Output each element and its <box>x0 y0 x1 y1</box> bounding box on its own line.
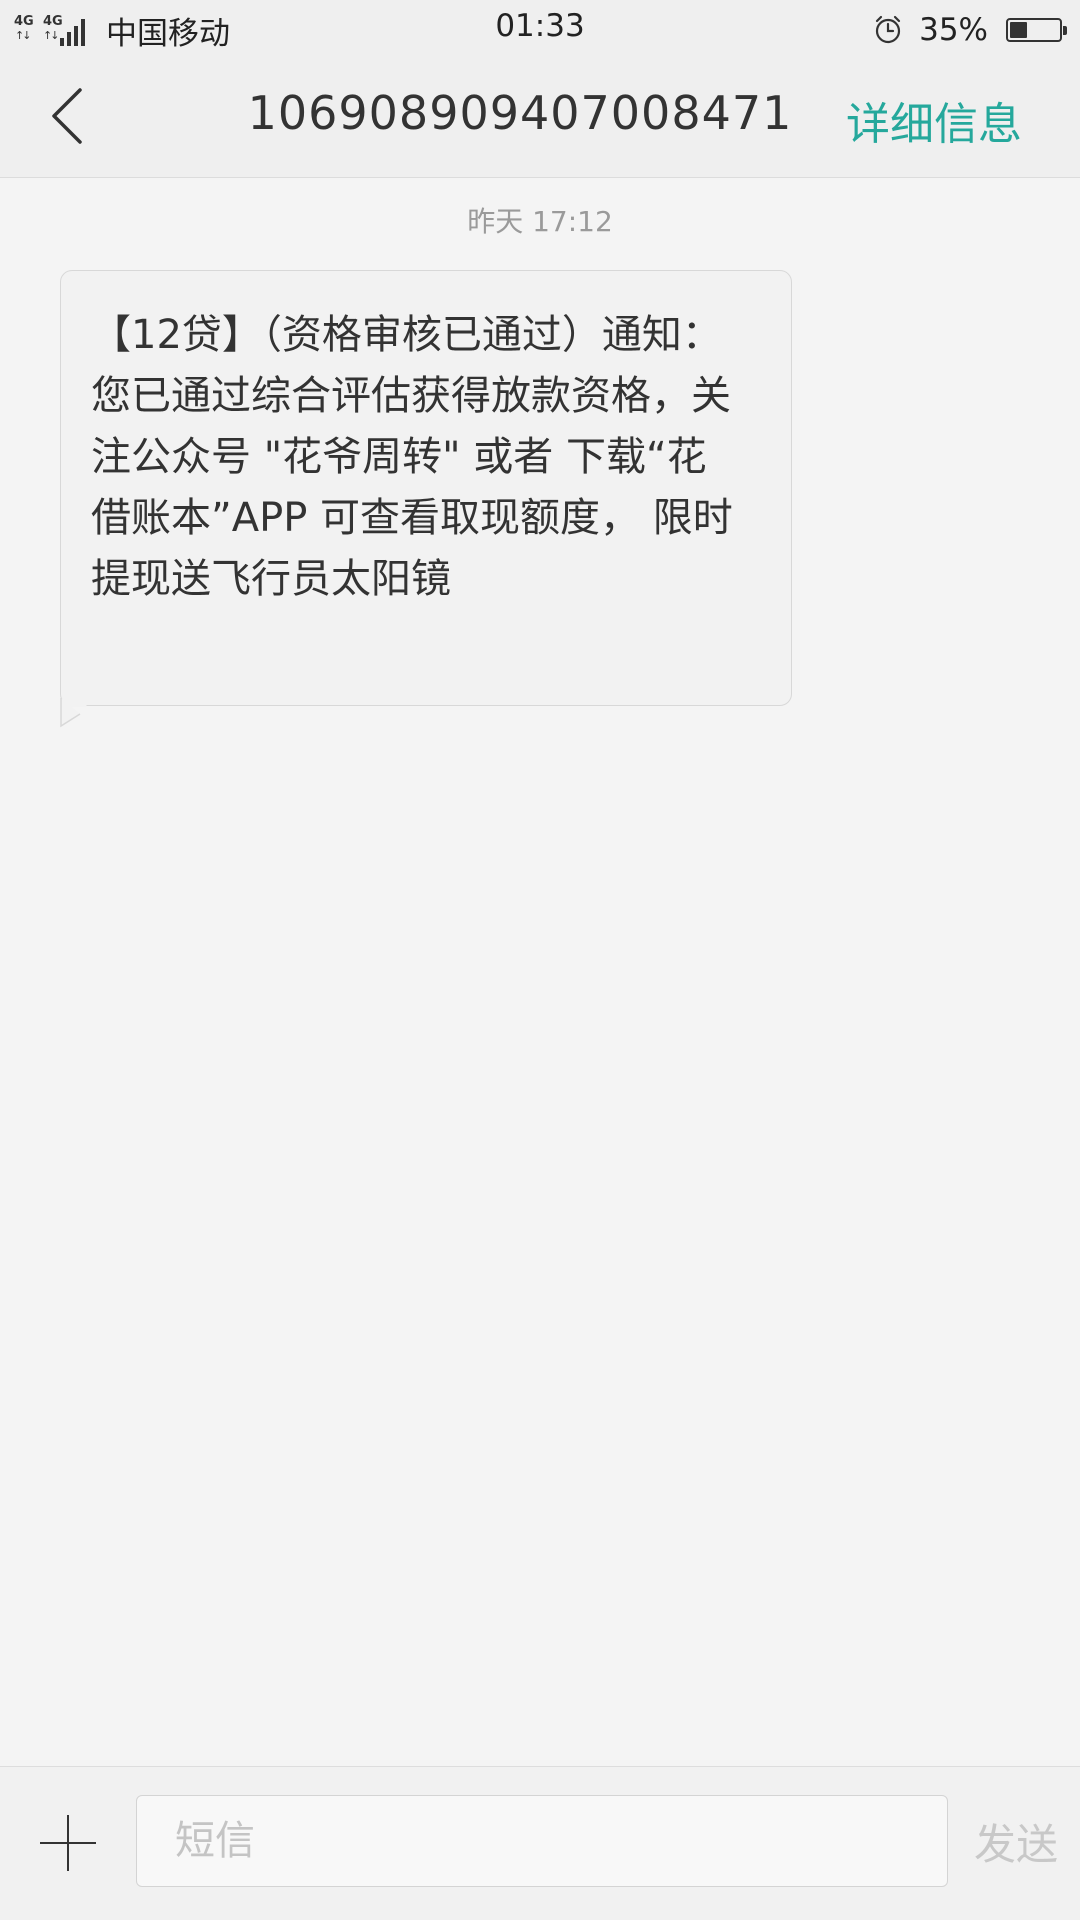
details-button[interactable]: 详细信息 <box>846 88 1022 152</box>
back-button[interactable] <box>44 86 96 146</box>
contact-number: 1069089094070084​71 <box>247 86 793 140</box>
status-bar: 4G 4G ↑↓ ↑↓ 中国移动 01:33 35% <box>0 0 1080 58</box>
incoming-message-bubble[interactable]: 【12贷】（资格审核已通过）通知：您已通过综合评估获得放款资格，关注公众号 "花… <box>60 270 792 706</box>
bubble-tail <box>60 698 87 728</box>
battery-cap <box>1063 26 1067 35</box>
attach-button[interactable] <box>40 1815 96 1871</box>
conversation-header: 1069089094070084​71 详细信息 <box>0 58 1080 178</box>
status-right: 35% <box>873 8 1067 52</box>
alarm-clock-icon <box>875 15 901 44</box>
chevron-left-icon <box>52 88 82 144</box>
message-timestamp: 昨天 17:12 <box>467 205 613 238</box>
message-composer: 发送 <box>0 1766 1080 1920</box>
conversation-list[interactable]: 昨天 17:12 【12贷】（资格审核已通过）通知：您已通过综合评估获得放款资格… <box>0 178 1080 1766</box>
send-button[interactable]: 发送 <box>974 1811 1058 1872</box>
battery-icon <box>1006 18 1067 42</box>
battery-fill <box>1010 22 1027 38</box>
message-text: 【12贷】（资格审核已通过）通知：您已通过综合评估获得放款资格，关注公众号 "花… <box>91 312 733 602</box>
battery-percent: 35% <box>919 12 988 48</box>
sms-input[interactable] <box>136 1795 948 1887</box>
